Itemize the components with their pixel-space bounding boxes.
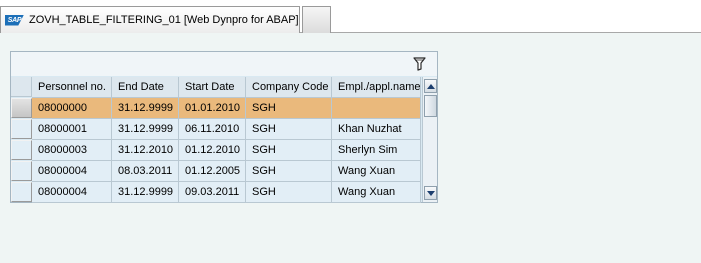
cell-start-date[interactable]: 01.01.2010 [179,98,246,119]
cell-personnel-no[interactable]: 08000004 [32,161,112,182]
select-all-cell[interactable] [11,77,32,97]
vertical-scrollbar[interactable] [422,77,437,202]
table-toolbar [11,52,437,76]
cell-company-code[interactable]: SGH [246,182,332,203]
cell-personnel-no[interactable]: 08000000 [32,98,112,119]
arrow-down-icon [426,190,435,196]
row-selector[interactable] [11,98,32,118]
table-row[interactable]: 08000004 31.12.9999 09.03.2011 SGH Wang … [11,182,421,203]
employee-table: Personnel no. End Date Start Date Compan… [10,51,438,203]
cell-end-date[interactable]: 31.12.9999 [112,119,179,140]
tab-title: ZOVH_TABLE_FILTERING_01 [Web Dynpro for … [29,14,299,26]
cell-empl-name[interactable]: Khan Nuzhat [332,119,421,140]
cell-end-date[interactable]: 31.12.9999 [112,98,179,119]
cell-start-date[interactable]: 06.11.2010 [179,119,246,140]
scroll-down-button[interactable] [424,186,437,200]
arrow-up-icon [426,83,435,89]
cell-end-date[interactable]: 08.03.2011 [112,161,179,182]
cell-empl-name[interactable]: Wang Xuan [332,161,421,182]
table-row[interactable]: 08000001 31.12.9999 06.11.2010 SGH Khan … [11,119,421,140]
table-header-row: Personnel no. End Date Start Date Compan… [11,77,421,98]
tab-new[interactable] [302,6,331,33]
table-row[interactable]: 08000004 08.03.2011 01.12.2005 SGH Wang … [11,161,421,182]
column-header-empl-name[interactable]: Empl./appl.name [332,77,421,98]
row-selector[interactable] [11,182,32,202]
scroll-up-button[interactable] [424,79,437,93]
column-header-personnel-no[interactable]: Personnel no. [32,77,112,98]
cell-personnel-no[interactable]: 08000001 [32,119,112,140]
cell-company-code[interactable]: SGH [246,98,332,119]
cell-company-code[interactable]: SGH [246,119,332,140]
cell-end-date[interactable]: 31.12.9999 [112,182,179,203]
cell-personnel-no[interactable]: 08000004 [32,182,112,203]
cell-end-date[interactable]: 31.12.2010 [112,140,179,161]
cell-company-code[interactable]: SGH [246,140,332,161]
row-selector[interactable] [11,161,32,181]
cell-start-date[interactable]: 01.12.2005 [179,161,246,182]
cell-empl-name[interactable] [332,98,421,119]
row-selector[interactable] [11,140,32,160]
filter-icon[interactable] [413,57,426,71]
sap-logo: SAP [5,14,24,26]
cell-start-date[interactable]: 09.03.2011 [179,182,246,203]
table-row[interactable]: 08000003 31.12.2010 01.12.2010 SGH Sherl… [11,140,421,161]
scroll-thumb[interactable] [424,95,437,117]
window-tab-strip: SAP ZOVH_TABLE_FILTERING_01 [Web Dynpro … [0,0,701,33]
column-header-start-date[interactable]: Start Date [179,77,246,98]
tab-application[interactable]: SAP ZOVH_TABLE_FILTERING_01 [Web Dynpro … [0,6,300,33]
cell-company-code[interactable]: SGH [246,161,332,182]
cell-empl-name[interactable]: Sherlyn Sim [332,140,421,161]
row-selector[interactable] [11,119,32,139]
table-row[interactable]: 08000000 31.12.9999 01.01.2010 SGH [11,98,421,119]
cell-empl-name[interactable]: Wang Xuan [332,182,421,203]
column-header-company-code[interactable]: Company Code [246,77,332,98]
column-header-end-date[interactable]: End Date [112,77,179,98]
cell-start-date[interactable]: 01.12.2010 [179,140,246,161]
cell-personnel-no[interactable]: 08000003 [32,140,112,161]
